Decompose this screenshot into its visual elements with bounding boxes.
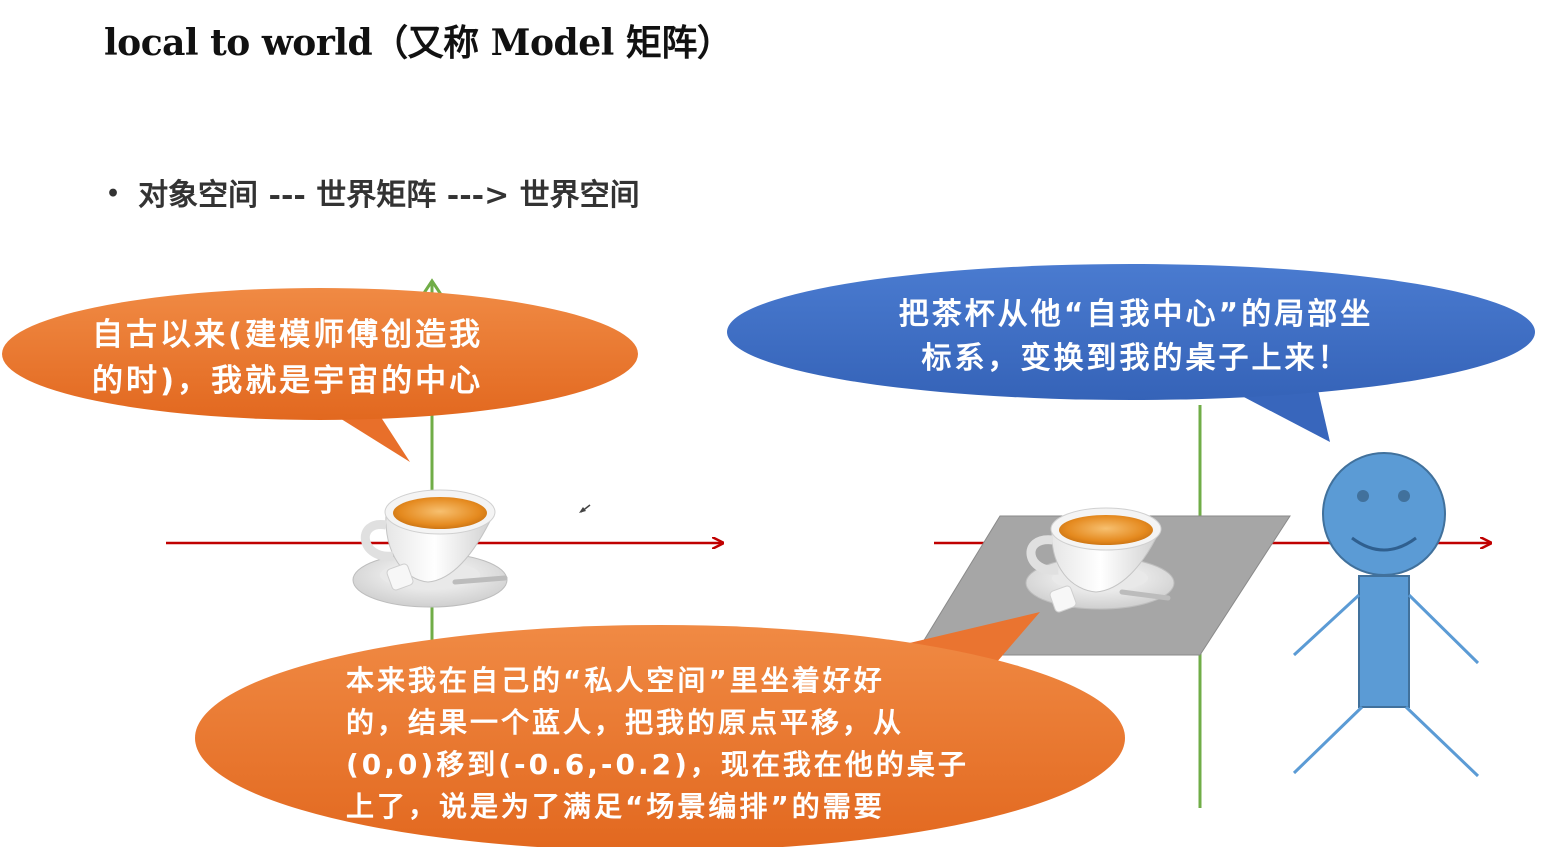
cursor-icon (579, 504, 591, 513)
bottom-bubble-text: 本来我在自己的“私人空间”里坐着好好 的，结果一个蓝人，把我的原点平移，从 (0… (346, 664, 969, 823)
left-bubble-text: 自古以来(建模师傅创造我 的时)，我就是宇宙的中心 (92, 317, 484, 399)
slide: local to world（又称 Model 矩阵） • 对象空间 --- 世界… (0, 0, 1543, 847)
top-bubble-text: 把茶杯从他“自我中心”的局部坐 标系，变换到我的桌子上来！ (898, 297, 1374, 376)
teacup-icon (352, 489, 508, 608)
stick-figure-icon (1292, 452, 1480, 778)
